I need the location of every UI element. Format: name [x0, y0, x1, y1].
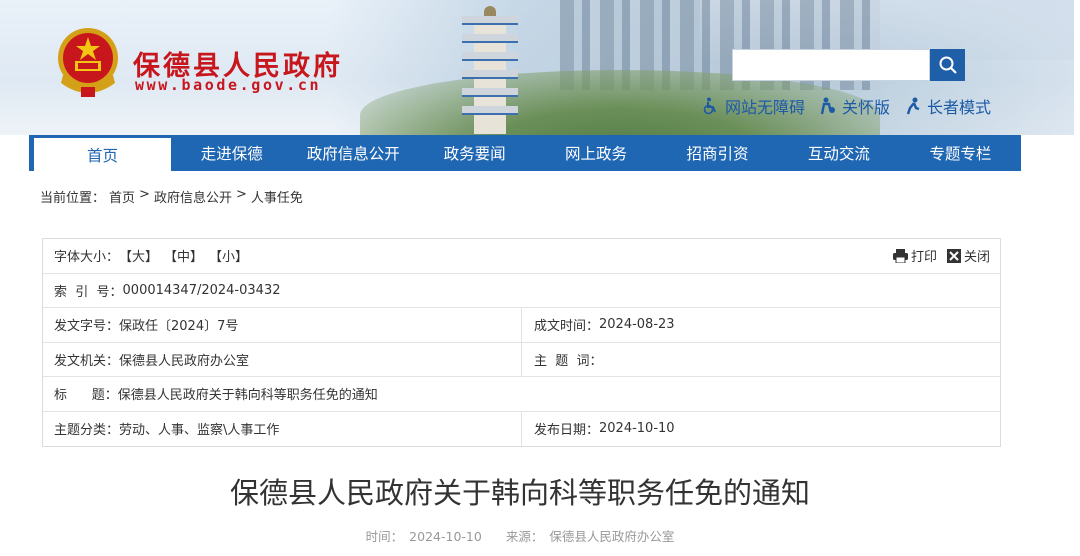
article-source-label: 来源： — [505, 529, 544, 544]
nav-item-topics[interactable]: 专题专栏 — [900, 135, 1021, 171]
index-number-value: 000014347/2024-03432 — [122, 282, 281, 298]
accessibility-tools: 网站无障碍 关怀版 长者模式 — [702, 94, 991, 118]
site-url: www.baode.gov.cn — [135, 76, 322, 94]
close-label: 关闭 — [963, 250, 990, 266]
title-row: 标 题： 保德县人民政府关于韩向科等职务任免的通知 — [43, 377, 1000, 412]
search-box — [732, 49, 965, 81]
issuer-label: 发文机关： — [54, 353, 120, 369]
article-title: 保德县人民政府关于韩向科等职务任免的通知 — [229, 476, 810, 510]
article-time-label: 时间： — [365, 529, 404, 544]
nav-item-about[interactable]: 走进保德 — [171, 135, 292, 171]
nav-item-news[interactable]: 政务要闻 — [414, 135, 535, 171]
created-date-label: 成文时间： — [534, 319, 600, 335]
breadcrumb-home[interactable]: 首页 — [109, 187, 135, 206]
wheelchair-icon — [703, 97, 716, 115]
category-value: 劳动、人事、监察\人事工作 — [119, 423, 280, 439]
breadcrumb-separator: > — [235, 187, 247, 202]
close-icon — [946, 248, 961, 263]
published-date-label: 发布日期： — [534, 423, 600, 439]
font-size-row: 字体大小： 【大】 【中】 【小】 打印 关闭 — [43, 239, 1000, 274]
print-label: 打印 — [910, 250, 937, 266]
font-size-small[interactable]: 【小】 — [209, 246, 248, 265]
scrollbar[interactable] — [1074, 0, 1080, 556]
page-actions: 打印 关闭 — [892, 239, 990, 273]
title-label: 标 题： — [54, 388, 118, 404]
care-version-link[interactable]: 关怀版 — [819, 94, 890, 118]
index-number-label: 索 引 号： — [54, 284, 123, 300]
header-banner: 保德县人民政府 www.baode.gov.cn 网站无障碍 关怀版 长者模式 — [0, 0, 1080, 135]
national-emblem-icon — [55, 25, 121, 101]
close-button[interactable]: 关闭 — [946, 246, 990, 266]
index-number-row: 索 引 号： 000014347/2024-03432 — [43, 274, 1000, 308]
elder-icon — [906, 97, 920, 115]
search-input[interactable] — [732, 49, 930, 81]
article-time-value: 2024-10-10 — [409, 529, 482, 544]
doc-number-label: 发文字号： — [54, 319, 120, 335]
print-button[interactable]: 打印 — [892, 246, 937, 266]
font-size-medium[interactable]: 【中】 — [164, 246, 203, 265]
subject-words-label: 主 题 词： — [534, 353, 603, 369]
article-time: 时间： 2024-10-10 — [366, 529, 482, 544]
breadcrumb-info-disclosure[interactable]: 政府信息公开 — [154, 187, 232, 206]
nav-item-investment[interactable]: 招商引资 — [657, 135, 778, 171]
article-source-value: 保德县人民政府办公室 — [549, 529, 675, 544]
nav-item-online-services[interactable]: 网上政务 — [535, 135, 656, 171]
nav-item-info-disclosure[interactable]: 政府信息公开 — [293, 135, 414, 171]
doc-number-value: 保政任〔2024〕7号 — [119, 319, 239, 335]
pagoda-image — [462, 6, 518, 134]
elder-mode-label: 长者模式 — [927, 98, 992, 117]
article-source: 来源： 保德县人民政府办公室 — [506, 529, 675, 544]
nav-item-interaction[interactable]: 互动交流 — [778, 135, 899, 171]
main-nav: 首页 走进保德 政府信息公开 政务要闻 网上政务 招商引资 互动交流 专题专栏 — [29, 135, 1021, 171]
article-info: 时间： 2024-10-10 来源： 保德县人民政府办公室 — [0, 526, 1040, 545]
font-size-label: 字体大小： — [54, 250, 120, 266]
care-icon — [820, 97, 836, 115]
published-date-value: 2024-10-10 — [599, 421, 675, 437]
category-row: 主题分类： 劳动、人事、监察\人事工作 发布日期： 2024-10-10 — [43, 411, 1000, 446]
printer-icon — [892, 248, 908, 263]
breadcrumb-prefix: 当前位置： — [40, 191, 106, 206]
accessibility-label: 网站无障碍 — [725, 98, 806, 117]
accessibility-link[interactable]: 网站无障碍 — [702, 94, 805, 118]
issuer-value: 保德县人民政府办公室 — [119, 353, 250, 369]
issuer-row: 发文机关： 保德县人民政府办公室 主 题 词： — [43, 342, 1000, 377]
font-size-control: 字体大小： 【大】 【中】 【小】 — [43, 239, 254, 273]
nav-item-home[interactable]: 首页 — [34, 135, 172, 171]
elder-mode-link[interactable]: 长者模式 — [904, 94, 991, 118]
search-button[interactable] — [930, 49, 965, 81]
document-metadata-table: 字体大小： 【大】 【中】 【小】 打印 关闭 索 引 号： 000014347… — [42, 238, 1001, 447]
doc-number-row: 发文字号： 保政任〔2024〕7号 成文时间： 2024-08-23 — [43, 308, 1000, 343]
search-icon — [939, 56, 957, 74]
breadcrumb: 当前位置： 首页 > 政府信息公开 > 人事任免 — [40, 187, 303, 206]
category-label: 主题分类： — [54, 423, 120, 439]
font-size-large[interactable]: 【大】 — [119, 246, 158, 265]
care-version-label: 关怀版 — [842, 98, 891, 117]
title-value: 保德县人民政府关于韩向科等职务任免的通知 — [117, 388, 378, 404]
breadcrumb-personnel[interactable]: 人事任免 — [251, 187, 303, 206]
created-date-value: 2024-08-23 — [599, 317, 675, 333]
breadcrumb-separator: > — [139, 187, 150, 202]
